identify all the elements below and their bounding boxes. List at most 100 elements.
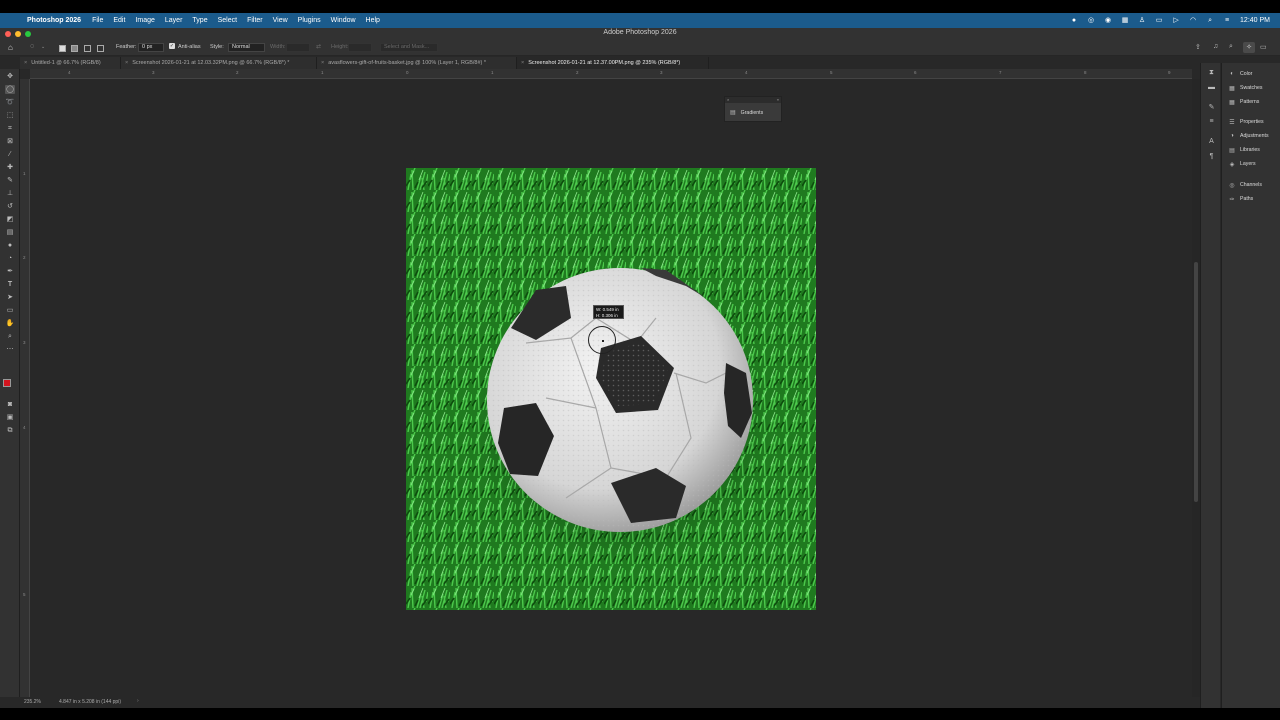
elliptical-marquee-preset-icon[interactable]: ◌ [30, 43, 34, 50]
paragraph-icon[interactable]: ¶ [1207, 152, 1216, 161]
menu-filter[interactable]: Filter [247, 17, 263, 24]
menu-view[interactable]: View [273, 17, 288, 24]
style-select[interactable]: Normal [228, 43, 265, 52]
frame-mode-icon[interactable]: ⧉ [5, 426, 15, 435]
swap-icon[interactable]: ⇄ [316, 43, 321, 50]
discover-icon[interactable]: ✧ [1243, 42, 1255, 53]
sync-icon[interactable]: ◉ [1104, 17, 1112, 25]
chevron-right-icon[interactable]: › [137, 698, 139, 704]
menu-layer[interactable]: Layer [165, 17, 183, 24]
close-icon[interactable]: × [125, 60, 128, 66]
comments-icon[interactable]: ▬ [1207, 83, 1216, 92]
panel-properties[interactable]: ☰ Properties [1228, 117, 1263, 127]
frame-tool-icon[interactable]: ⊠ [5, 137, 15, 146]
brush-settings-icon[interactable]: ✎ [1207, 103, 1216, 112]
vertical-scrollbar[interactable] [1192, 79, 1200, 697]
close-icon[interactable]: × [24, 60, 27, 66]
panel-header[interactable]: × » [725, 97, 781, 103]
menu-window[interactable]: Window [331, 17, 356, 24]
new-selection-icon[interactable] [59, 45, 66, 52]
workspace-icon[interactable]: ▭ [1260, 43, 1267, 51]
select-and-mask-button[interactable]: Select and Mask... [380, 43, 438, 52]
quick-mask-icon[interactable]: ◙ [5, 400, 15, 409]
lasso-tool-icon[interactable]: ➰ [5, 98, 15, 107]
width-input[interactable] [286, 43, 310, 52]
history-brush-tool-icon[interactable]: ↺ [5, 202, 15, 211]
panel-adjustments[interactable]: ◑ Adjustments [1228, 131, 1268, 141]
height-input[interactable] [348, 43, 372, 52]
menu-help[interactable]: Help [366, 17, 380, 24]
pen-tool-icon[interactable]: ✒ [5, 267, 15, 276]
hand-tool-icon[interactable]: ✋ [5, 319, 15, 328]
panel-swatches[interactable]: ▦ Swatches [1228, 83, 1262, 93]
character-icon[interactable]: A [1207, 137, 1216, 146]
clone-stamp-tool-icon[interactable]: ⊥ [5, 189, 15, 198]
play-icon[interactable]: ▷ [1172, 17, 1180, 25]
grid-icon[interactable]: ▦ [1121, 17, 1129, 25]
path-selection-tool-icon[interactable]: ➤ [5, 293, 15, 302]
menu-file[interactable]: File [92, 17, 103, 24]
gradient-tool-icon[interactable]: ▤ [5, 228, 15, 237]
menu-select[interactable]: Select [218, 17, 237, 24]
notifications-icon[interactable]: ♫ [1213, 43, 1218, 50]
add-to-selection-icon[interactable] [71, 45, 78, 52]
panel-color[interactable]: ◐ Color [1228, 69, 1252, 79]
intersect-selection-icon[interactable] [97, 45, 104, 52]
zoom-tool-icon[interactable]: ⌕ [5, 332, 15, 341]
home-icon[interactable]: ⌂ [8, 43, 13, 52]
vertical-scroll-thumb[interactable] [1194, 262, 1198, 502]
healing-brush-tool-icon[interactable]: ✚ [5, 163, 15, 172]
type-tool-icon[interactable]: T [5, 280, 15, 289]
menu-image[interactable]: Image [135, 17, 154, 24]
feather-input[interactable]: 0 px [138, 43, 164, 52]
tab-screenshot-1237[interactable]: × Screenshot 2026-01-21 at 12.37.00PM.png… [517, 57, 709, 69]
wifi-icon[interactable]: ◠ [1189, 17, 1197, 25]
move-tool-icon[interactable]: ✥ [5, 72, 15, 81]
eraser-tool-icon[interactable]: ◩ [5, 215, 15, 224]
subtract-selection-icon[interactable] [84, 45, 91, 52]
object-selection-tool-icon[interactable]: ⬚ [5, 111, 15, 120]
more-tools-icon[interactable]: ⋯ [5, 345, 15, 354]
adjustments-sliders-icon[interactable]: ≡ [1207, 117, 1216, 126]
zoom-level[interactable]: 235.2% [24, 699, 41, 705]
record-icon[interactable]: ● [1070, 17, 1078, 25]
screen-mirror-icon[interactable]: ▭ [1155, 17, 1163, 25]
history-icon[interactable]: ⧗ [1207, 68, 1216, 77]
gradients-panel-item[interactable]: ▤ Gradients [730, 109, 763, 117]
foreground-color-swatch[interactable] [3, 379, 11, 387]
clock[interactable]: 12:40 PM [1240, 17, 1270, 24]
eyedropper-tool-icon[interactable]: ⁄ [5, 150, 15, 159]
screen-mode-icon[interactable]: ▣ [5, 413, 15, 422]
gradients-panel[interactable]: × » ▤ Gradients [724, 96, 782, 122]
panel-libraries[interactable]: ▤ Libraries [1228, 145, 1260, 155]
close-icon[interactable]: × [521, 60, 524, 66]
panel-patterns[interactable]: ▦ Patterns [1228, 97, 1259, 107]
share-icon[interactable]: ⇪ [1195, 43, 1201, 51]
document-image[interactable] [406, 168, 816, 610]
brush-tool-icon[interactable]: ✎ [5, 176, 15, 185]
menu-edit[interactable]: Edit [113, 17, 125, 24]
close-icon[interactable]: × [321, 60, 324, 66]
anti-alias-checkbox[interactable]: ✓ [169, 43, 175, 49]
control-center-icon[interactable]: ≡ [1223, 17, 1231, 25]
crop-tool-icon[interactable]: ⌗ [5, 124, 15, 133]
chevron-down-icon[interactable]: ⌄ [41, 44, 45, 50]
panel-paths[interactable]: ✑ Paths [1228, 194, 1253, 204]
menu-type[interactable]: Type [192, 17, 207, 24]
dodge-tool-icon[interactable]: ◔ [5, 254, 15, 263]
search-icon[interactable]: ⌕ [1229, 43, 1233, 51]
collapse-icon[interactable]: » [777, 97, 779, 102]
rectangle-tool-icon[interactable]: ▭ [5, 306, 15, 315]
close-icon[interactable]: × [727, 97, 729, 102]
elliptical-marquee-tool-icon[interactable]: ◯ [5, 85, 15, 94]
menu-plugins[interactable]: Plugins [298, 17, 321, 24]
tab-avasflowers[interactable]: × avasflowers-gift-of-fruits-basket.jpg @… [317, 57, 517, 69]
tab-screenshot-1203[interactable]: × Screenshot 2026-01-21 at 12.03.32PM.png… [121, 57, 317, 69]
tab-untitled-1[interactable]: × Untitled-1 @ 66.7% (RGB/8) [20, 57, 121, 69]
panel-channels[interactable]: ◎ Channels [1228, 180, 1262, 190]
panel-layers[interactable]: ◈ Layers [1228, 159, 1256, 169]
accessibility-icon[interactable]: ♙ [1138, 17, 1146, 25]
creative-cloud-icon[interactable]: ◎ [1087, 17, 1095, 25]
blur-tool-icon[interactable]: ● [5, 241, 15, 250]
menu-app-name[interactable]: Photoshop 2026 [27, 17, 81, 24]
